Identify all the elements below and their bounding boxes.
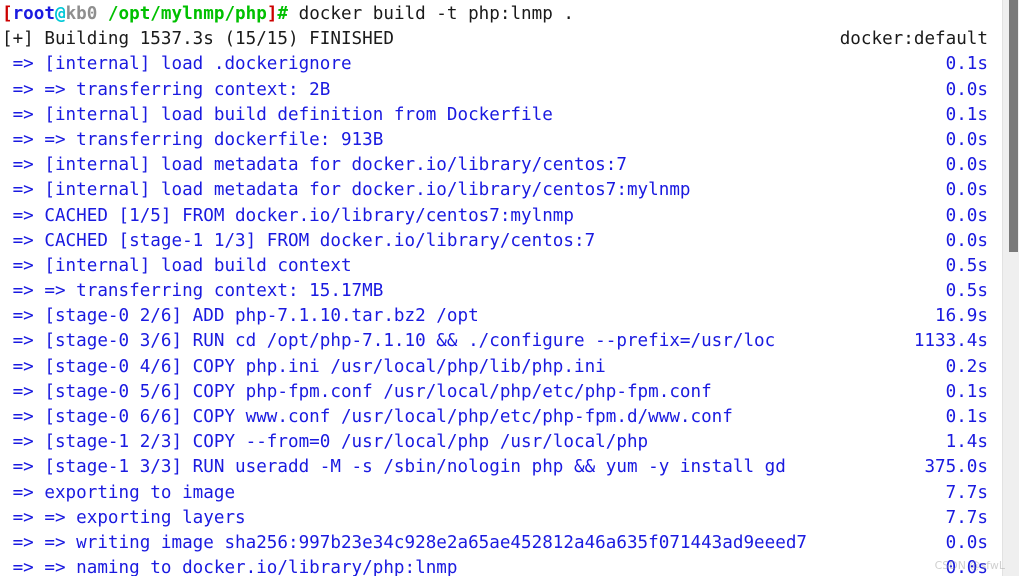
build-step-line: => [stage-0 4/6] COPY php.ini /usr/local…: [2, 355, 1002, 380]
build-step-line: => => transferring dockerfile: 913B 0.0s: [2, 128, 1002, 153]
build-step-text: => [stage-1 3/3] RUN useradd -M -s /sbin…: [2, 457, 786, 478]
build-step-text: => [stage-0 2/6] ADD php-7.1.10.tar.bz2 …: [2, 306, 479, 327]
build-step-duration: 16.9s: [935, 306, 988, 327]
build-step-line: => [stage-1 2/3] COPY --from=0 /usr/loca…: [2, 430, 1002, 455]
vertical-scrollbar-thumb[interactable]: [1009, 0, 1018, 252]
build-step-list: => [internal] load .dockerignore 0.1s => …: [2, 52, 1002, 576]
build-step-text: => [stage-0 6/6] COPY www.conf /usr/loca…: [2, 407, 733, 427]
build-step-line: => => transferring context: 15.17MB 0.5s: [2, 279, 1002, 304]
vertical-scrollbar[interactable]: [1002, 0, 1019, 576]
build-step-duration: 0.1s: [945, 54, 988, 75]
build-step-duration: 7.7s: [945, 482, 988, 503]
build-step-duration: 0.0s: [945, 230, 988, 251]
build-header-line: [+] Building 1537.3s (15/15) FINISHED doc…: [2, 27, 1002, 52]
build-step-duration: 1133.4s: [913, 331, 988, 352]
build-step-line: => [stage-0 5/6] COPY php-fpm.conf /usr/…: [2, 380, 1002, 405]
build-step-text: => CACHED [1/5] FROM docker.io/library/c…: [2, 205, 574, 226]
build-step-text: => [internal] load metadata for docker.i…: [2, 180, 691, 201]
prompt-line: [root@kb0 /opt/mylnmp/php]# docker build…: [2, 2, 1002, 27]
prompt-bracket-close: ]: [266, 4, 278, 24]
prompt-bracket-open: [: [2, 4, 13, 24]
build-step-line: => [stage-0 2/6] ADD php-7.1.10.tar.bz2 …: [2, 304, 1002, 329]
build-step-duration: 0.0s: [945, 79, 988, 100]
build-step-text: => => transferring context: 15.17MB: [2, 281, 384, 302]
build-step-text: => [internal] load metadata for docker.i…: [2, 155, 627, 176]
build-step-line: => CACHED [stage-1 1/3] FROM docker.io/l…: [2, 229, 1002, 254]
terminal-screen[interactable]: [root@kb0 /opt/mylnmp/php]# docker build…: [0, 0, 1002, 576]
build-step-duration: 0.5s: [945, 281, 988, 302]
build-header-text: [+] Building 1537.3s (15/15) FINISHED: [2, 29, 394, 50]
prompt-path: /opt/mylnmp/php: [97, 4, 267, 24]
build-step-duration: 0.2s: [945, 356, 988, 377]
command-text: docker build -t php:lnmp .: [288, 4, 575, 24]
build-step-line: => => writing image sha256:997b23e34c928…: [2, 531, 1002, 556]
build-step-text: => => writing image sha256:997b23e34c928…: [2, 532, 808, 553]
build-step-text: => [stage-0 5/6] COPY php-fpm.conf /usr/…: [2, 381, 712, 402]
build-step-text: => exporting to image: [2, 482, 236, 503]
build-step-duration: 375.0s: [924, 457, 988, 478]
build-step-duration: 0.0s: [945, 155, 988, 176]
build-step-text: => => naming to docker.io/library/php:ln…: [2, 558, 458, 576]
build-step-line: => [internal] load metadata for docker.i…: [2, 178, 1002, 203]
build-step-text: => => transferring dockerfile: 913B: [2, 129, 384, 150]
build-step-text: => [stage-0 4/6] COPY php.ini /usr/local…: [2, 356, 606, 377]
build-step-duration: 0.0s: [945, 532, 988, 553]
build-step-text: => [internal] load build definition from…: [2, 104, 553, 125]
build-step-text: => [stage-1 2/3] COPY --from=0 /usr/loca…: [2, 432, 649, 453]
build-step-text: => CACHED [stage-1 1/3] FROM docker.io/l…: [2, 230, 596, 251]
build-step-text: => [stage-0 3/6] RUN cd /opt/php-7.1.10 …: [2, 331, 776, 352]
build-driver-label: docker:default: [839, 29, 988, 50]
build-step-line: => [stage-0 6/6] COPY www.conf /usr/loca…: [2, 405, 1002, 430]
build-step-duration: 0.0s: [945, 180, 988, 201]
prompt-at-symbol: @: [54, 4, 66, 24]
build-step-duration: 0.1s: [945, 407, 988, 427]
build-step-line: => => transferring context: 2B 0.0s: [2, 78, 1002, 103]
build-step-text: => [internal] load build context: [2, 255, 352, 276]
build-step-text: => [internal] load .dockerignore: [2, 54, 352, 75]
build-step-line: => => exporting layers 7.7s: [2, 506, 1002, 531]
build-step-line: => => naming to docker.io/library/php:ln…: [2, 556, 1002, 576]
build-step-line: => [internal] load build context 0.5s: [2, 254, 1002, 279]
build-step-line: => [stage-1 3/3] RUN useradd -M -s /sbin…: [2, 455, 1002, 480]
build-step-duration: 0.0s: [945, 205, 988, 226]
build-step-duration: 0.0s: [945, 558, 988, 576]
build-step-duration: 1.4s: [945, 432, 988, 453]
prompt-host: kb0: [65, 4, 98, 24]
terminal-window[interactable]: [root@kb0 /opt/mylnmp/php]# docker build…: [0, 0, 1019, 576]
build-step-line: => [stage-0 3/6] RUN cd /opt/php-7.1.10 …: [2, 329, 1002, 354]
build-step-duration: 0.1s: [945, 381, 988, 402]
prompt-user: root: [12, 4, 55, 24]
build-step-text: => => exporting layers: [2, 507, 246, 528]
build-step-duration: 7.7s: [945, 507, 988, 528]
prompt-sigil: #: [277, 4, 289, 24]
build-step-line: => [internal] load build definition from…: [2, 103, 1002, 128]
build-step-line: => [internal] load .dockerignore 0.1s: [2, 52, 1002, 77]
build-step-line: => CACHED [1/5] FROM docker.io/library/c…: [2, 204, 1002, 229]
build-step-duration: 0.1s: [945, 104, 988, 125]
build-step-text: => => transferring context: 2B: [2, 79, 331, 100]
build-step-line: => exporting to image 7.7s: [2, 481, 1002, 506]
build-step-duration: 0.0s: [945, 129, 988, 150]
build-step-duration: 0.5s: [945, 255, 988, 276]
build-step-line: => [internal] load metadata for docker.i…: [2, 153, 1002, 178]
